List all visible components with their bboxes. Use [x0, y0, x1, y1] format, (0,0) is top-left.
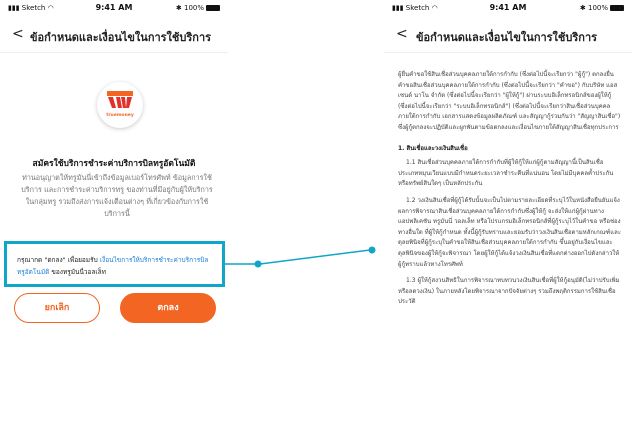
clause-1-3: 1.3 ผู้ให้กู้สงวนสิทธิในการพิจารณาทบทวนว…	[398, 277, 620, 306]
connector-dot-right	[368, 246, 376, 254]
battery-indicator: ✱ 100%	[580, 4, 624, 12]
battery-icon	[610, 5, 624, 11]
page-title: ข้อกำหนดและเงื่อนไขในการใช้บริการ	[416, 31, 598, 44]
clause-1-2: 1.2 วงเงินสินเชื่อที่ผู้กู้ได้รับนั้นจะเ…	[398, 196, 622, 268]
status-bar: ▮▮▮ Sketch ◠ 9:41 AM ✱ 100%	[384, 0, 632, 18]
back-arrow-icon[interactable]: <	[396, 27, 408, 41]
terms-intro: ผู้ยื่นคำขอใช้สินเชื่อส่วนบุคคลภายใต้การ…	[398, 71, 621, 131]
phone-screen-terms: ▮▮▮ Sketch ◠ 9:41 AM ✱ 100% < ข้อกำหนดแล…	[384, 0, 632, 445]
section-heading: 1. สินเชื่อและวงเงินสินเชื่อ	[398, 144, 468, 152]
clause-1-1: 1.1 สินเชื่อส่วนบุคคลภายใต้การกำกับที่ผู…	[398, 159, 614, 188]
nav-bar: < ข้อกำหนดและเงื่อนไขในการใช้บริการ	[384, 18, 632, 53]
terms-document: ผู้ยื่นคำขอใช้สินเชื่อส่วนบุคคลภายใต้การ…	[398, 70, 622, 314]
